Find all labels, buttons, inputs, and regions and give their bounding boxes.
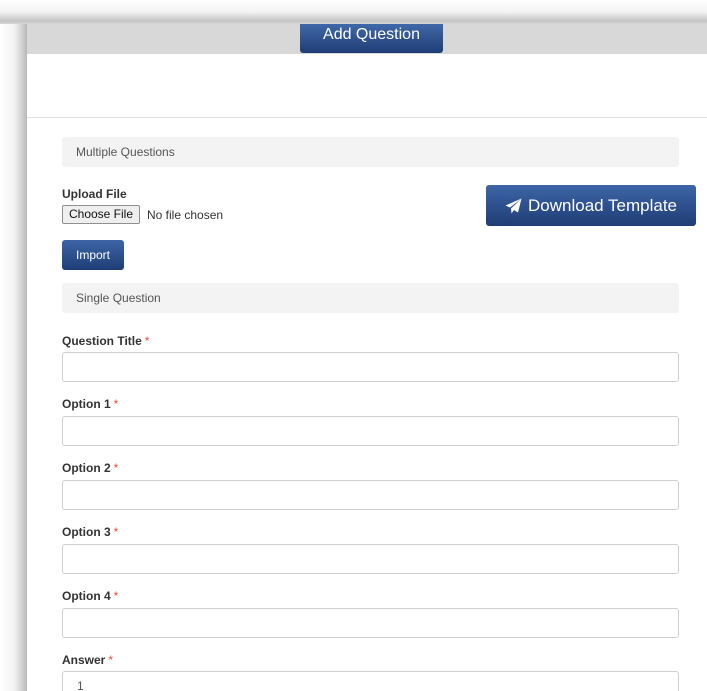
add-question-panel: Add Question Multiple Questions Upload F… (27, 24, 707, 691)
option-4-text: Option 4 (62, 589, 111, 603)
option-2-text: Option 2 (62, 461, 111, 475)
question-title-label: Question Title * (62, 334, 149, 348)
option-2-label: Option 2 * (62, 461, 118, 475)
required-mark: * (113, 525, 119, 539)
divider (27, 117, 707, 118)
question-title-text: Question Title (62, 334, 142, 348)
download-template-label: Download Template (528, 195, 677, 215)
required-mark: * (144, 334, 150, 348)
single-question-header: Single Question (62, 283, 679, 313)
required-mark: * (108, 653, 114, 667)
answer-text: Answer (62, 653, 106, 667)
option-1-input[interactable] (62, 416, 679, 446)
option-1-text: Option 1 (62, 397, 111, 411)
upload-file-label: Upload File (62, 187, 127, 201)
chevron-down-icon: ⌵ (660, 681, 668, 691)
import-button[interactable]: Import (62, 240, 124, 270)
required-mark: * (113, 461, 119, 475)
answer-label: Answer * (62, 653, 113, 667)
background-left (0, 0, 27, 691)
option-4-label: Option 4 * (62, 589, 118, 603)
answer-select[interactable]: 1 ⌵ (62, 671, 679, 691)
option-2-input[interactable] (62, 480, 679, 510)
background-top (0, 0, 707, 24)
required-mark: * (113, 397, 119, 411)
option-3-text: Option 3 (62, 525, 111, 539)
multiple-questions-header: Multiple Questions (62, 137, 679, 167)
download-template-button[interactable]: Download Template (486, 185, 696, 226)
question-title-input[interactable] (62, 352, 679, 382)
option-1-label: Option 1 * (62, 397, 118, 411)
option-4-input[interactable] (62, 608, 679, 638)
option-3-label: Option 3 * (62, 525, 118, 539)
add-question-tab[interactable]: Add Question (300, 24, 443, 53)
file-status-text: No file chosen (147, 208, 224, 222)
option-3-input[interactable] (62, 544, 679, 574)
choose-file-button[interactable]: Choose File (62, 205, 140, 224)
paper-plane-icon (505, 198, 522, 213)
required-mark: * (113, 589, 119, 603)
answer-select-value: 1 (77, 679, 84, 691)
